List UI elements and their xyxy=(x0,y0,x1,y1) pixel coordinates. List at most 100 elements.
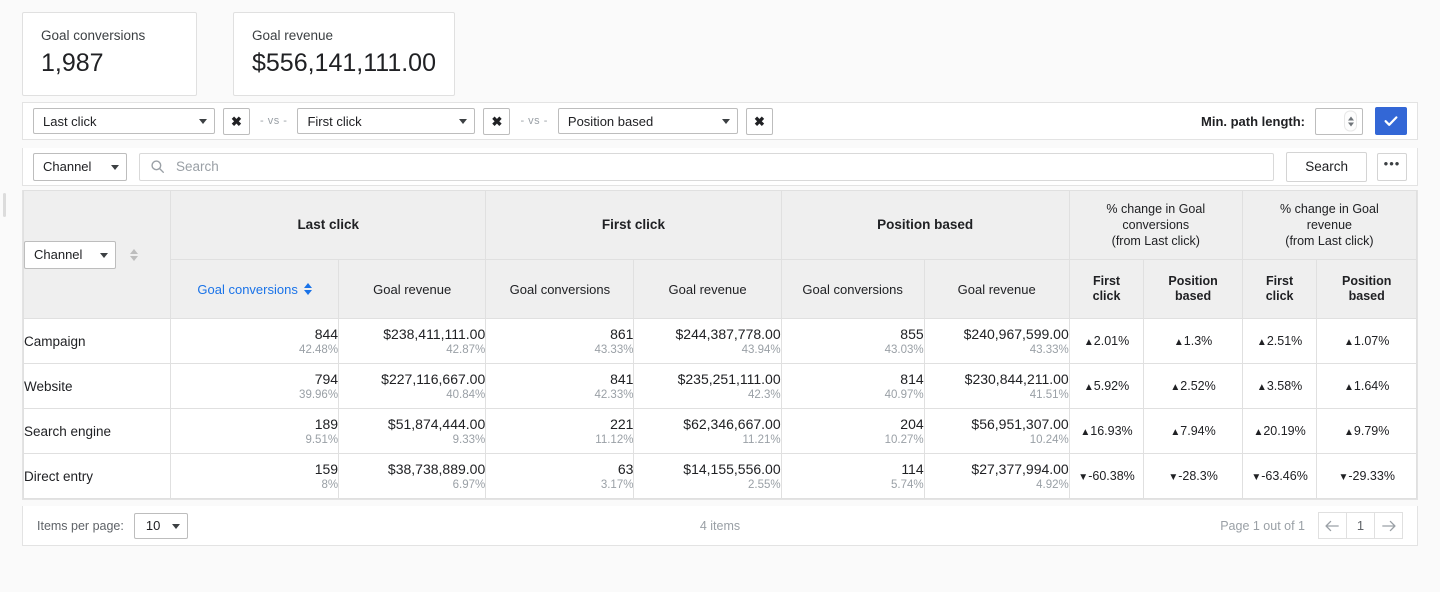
current-page-button[interactable]: 1 xyxy=(1346,512,1375,539)
cell-metric: $238,411,111.0042.87% xyxy=(339,319,486,364)
triangle-up-icon: ▲ xyxy=(1174,337,1184,348)
subheader-position-based-goal-conversions[interactable]: Goal conversions xyxy=(781,260,924,319)
metric-value: 861 xyxy=(486,326,633,343)
cell-channel: Search engine xyxy=(24,409,171,454)
ellipsis-icon: ••• xyxy=(1384,161,1401,167)
attribution-table: Channel Last click First click Positio xyxy=(22,190,1418,500)
cell-metric: 20410.27% xyxy=(781,409,924,454)
cell-metric: $62,346,667.0011.21% xyxy=(634,409,781,454)
metric-share: 43.33% xyxy=(925,343,1069,357)
dimension-sort-icon[interactable] xyxy=(130,249,138,261)
group-header-label: Position based xyxy=(877,217,973,232)
kpi-card-row: Goal conversions 1,987 Goal revenue $556… xyxy=(22,12,455,96)
delta-value: -63.46% xyxy=(1261,469,1308,483)
metric-value: 159 xyxy=(171,461,338,478)
delta-value: 9.79% xyxy=(1354,424,1389,438)
cell-metric: 84142.33% xyxy=(486,364,634,409)
metric-share: 40.84% xyxy=(339,388,485,402)
search-button[interactable]: Search xyxy=(1286,152,1367,182)
items-per-page-select[interactable]: 10 xyxy=(134,513,188,539)
search-field-wrapper[interactable] xyxy=(139,153,1274,181)
cell-delta: ▲2.51% xyxy=(1242,319,1317,364)
attribution-model-select-3[interactable]: Position based xyxy=(558,108,738,134)
triangle-up-icon: ▲ xyxy=(1253,427,1263,438)
cell-metric: 86143.33% xyxy=(486,319,634,364)
attribution-model-select-2[interactable]: First click xyxy=(297,108,475,134)
triangle-up-icon: ▲ xyxy=(1170,382,1180,393)
table-head: Channel Last click First click Positio xyxy=(24,191,1417,319)
subheader-change-conversions-first-click[interactable]: First click xyxy=(1069,260,1144,319)
attribution-model-select-2-value: First click xyxy=(307,114,361,129)
dimension-select[interactable]: Channel xyxy=(24,241,116,269)
subheader-first-click-goal-conversions[interactable]: Goal conversions xyxy=(486,260,634,319)
cell-delta: ▲2.52% xyxy=(1144,364,1242,409)
group-header-pct-change-conversions: % change in Goal conversions (from Last … xyxy=(1069,191,1242,260)
subheader-first-click-goal-revenue[interactable]: Goal revenue xyxy=(634,260,781,319)
min-path-length-input[interactable] xyxy=(1315,108,1363,135)
delta-value: 20.19% xyxy=(1263,424,1305,438)
metric-share: 11.12% xyxy=(486,433,633,447)
sort-icon[interactable] xyxy=(304,283,312,295)
kpi-card-goal-conversions: Goal conversions 1,987 xyxy=(22,12,197,96)
group-header-line-1: % change in Goal xyxy=(1070,201,1242,217)
metric-value: 855 xyxy=(782,326,924,343)
subheader-position-based-goal-revenue[interactable]: Goal revenue xyxy=(924,260,1069,319)
subheader-line-1: Position xyxy=(1317,274,1416,289)
cell-delta: ▲5.92% xyxy=(1069,364,1144,409)
number-stepper-icon[interactable] xyxy=(1344,111,1357,132)
subheader-last-click-goal-revenue[interactable]: Goal revenue xyxy=(339,260,486,319)
cell-metric: 1899.51% xyxy=(171,409,339,454)
attribution-model-select-1[interactable]: Last click xyxy=(33,108,215,134)
group-header-position-based: Position based xyxy=(781,191,1069,260)
next-page-button[interactable] xyxy=(1374,512,1403,539)
table-row: Website79439.96%$227,116,667.0040.84%841… xyxy=(24,364,1417,409)
subheader-change-conversions-position-based[interactable]: Position based xyxy=(1144,260,1242,319)
cell-delta: ▲1.07% xyxy=(1317,319,1417,364)
page-status-text: Page 1 out of 1 xyxy=(1220,519,1305,533)
metric-value: $14,155,556.00 xyxy=(634,461,780,478)
apply-filters-button[interactable] xyxy=(1375,107,1407,135)
table-row: Search engine1899.51%$51,874,444.009.33%… xyxy=(24,409,1417,454)
delta-value: 2.51% xyxy=(1267,334,1302,348)
delta-value: 16.93% xyxy=(1090,424,1132,438)
metric-value: $240,967,599.00 xyxy=(925,326,1069,343)
metric-value: $227,116,667.00 xyxy=(339,371,485,388)
chevron-down-icon xyxy=(722,119,730,124)
group-header-line-2: revenue xyxy=(1243,217,1416,233)
metric-share: 9.51% xyxy=(171,433,338,447)
subheader-label: Goal revenue xyxy=(669,282,747,297)
metric-share: 11.21% xyxy=(634,433,780,447)
clear-model-3-button[interactable]: ✖ xyxy=(746,108,773,135)
group-header-line-3: (from Last click) xyxy=(1243,233,1416,249)
arrow-left-icon xyxy=(1324,519,1341,533)
cell-channel: Campaign xyxy=(24,319,171,364)
triangle-down-icon: ▼ xyxy=(1338,472,1348,483)
subheader-last-click-goal-conversions[interactable]: Goal conversions xyxy=(171,260,339,319)
cell-delta: ▼-60.38% xyxy=(1069,454,1144,499)
dimension-select-value: Channel xyxy=(34,247,82,262)
more-options-button[interactable]: ••• xyxy=(1377,153,1407,181)
metric-value: 114 xyxy=(782,461,924,478)
cell-metric: 1598% xyxy=(171,454,339,499)
previous-page-button[interactable] xyxy=(1318,512,1347,539)
kpi-value: 1,987 xyxy=(41,48,178,79)
attribution-model-select-1-value: Last click xyxy=(43,114,96,129)
subheader-label: Goal revenue xyxy=(958,282,1036,297)
subheader-change-revenue-position-based[interactable]: Position based xyxy=(1317,260,1417,319)
clear-model-2-button[interactable]: ✖ xyxy=(483,108,510,135)
search-input[interactable] xyxy=(174,158,1263,175)
metric-value: $230,844,211.00 xyxy=(925,371,1069,388)
search-scope-select[interactable]: Channel xyxy=(33,153,127,181)
subheader-change-revenue-first-click[interactable]: First click xyxy=(1242,260,1317,319)
triangle-up-icon: ▲ xyxy=(1257,382,1267,393)
vs-separator-2: - vs - xyxy=(520,115,547,127)
horizontal-scroll-handle[interactable] xyxy=(3,193,6,217)
pagination: Page 1 out of 1 1 xyxy=(1220,512,1403,539)
metric-share: 42.3% xyxy=(634,388,780,402)
clear-model-1-button[interactable]: ✖ xyxy=(223,108,250,135)
cell-metric: $235,251,111.0042.3% xyxy=(634,364,781,409)
metric-value: $238,411,111.00 xyxy=(339,326,485,343)
table-group-header-row: Channel Last click First click Positio xyxy=(24,191,1417,260)
kpi-card-goal-revenue: Goal revenue $556,141,111.00 xyxy=(233,12,455,96)
group-header-line-2: conversions xyxy=(1070,217,1242,233)
